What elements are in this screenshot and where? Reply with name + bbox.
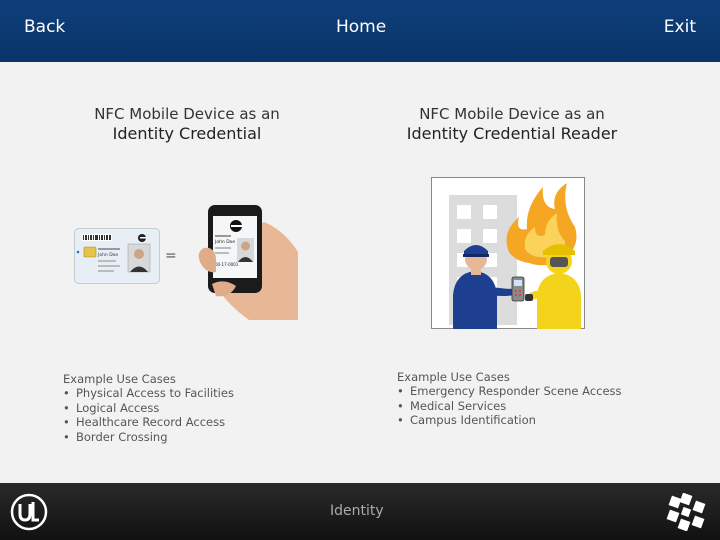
home-button[interactable]: Home (336, 17, 386, 37)
phone-in-hand-image: John Doe 00-17-0001 (198, 205, 298, 320)
ul-logo-icon (10, 493, 48, 531)
exit-button[interactable]: Exit (664, 17, 696, 37)
list-item: Physical Access to Facilities (63, 386, 234, 401)
right-use-cases-title: Example Use Cases (397, 370, 510, 384)
right-heading-line1: NFC Mobile Device as an (419, 105, 605, 123)
left-use-cases-title: Example Use Cases (63, 372, 176, 386)
chip-icon (83, 246, 97, 258)
left-heading: NFC Mobile Device as an Identity Credent… (62, 104, 312, 144)
reader-device-icon (511, 276, 525, 302)
equals-sign: = (165, 248, 177, 264)
top-bar: Back Home Exit (0, 0, 720, 62)
slide-content: NFC Mobile Device as an Identity Credent… (0, 62, 720, 483)
pinwheel-logo-icon (666, 493, 706, 531)
list-item: Medical Services (397, 399, 622, 414)
phone-name-text: John Doe (214, 239, 235, 245)
left-heading-line2: Identity Credential (112, 124, 262, 143)
left-heading-line1: NFC Mobile Device as an (94, 105, 280, 123)
right-use-cases: Example Use Cases Emergency Responder Sc… (397, 370, 622, 428)
list-item: Logical Access (63, 401, 234, 416)
footer-bar: Identity (0, 483, 720, 540)
list-item: Healthcare Record Access (63, 415, 234, 430)
right-heading-line2: Identity Credential Reader (406, 124, 618, 143)
list-item: Emergency Responder Scene Access (397, 384, 622, 399)
back-button[interactable]: Back (24, 17, 65, 37)
card-name-text: John Doe (97, 252, 118, 258)
barcode-icon (82, 234, 112, 241)
phone-id-text: 00-17-0001 (215, 262, 239, 267)
list-item: Border Crossing (63, 430, 234, 445)
footer-label: Identity (330, 503, 384, 519)
list-item: Campus Identification (397, 413, 622, 428)
right-heading: NFC Mobile Device as an Identity Credent… (387, 104, 637, 144)
emergency-scene-image (431, 177, 585, 329)
id-card-image: John Doe (74, 228, 160, 284)
left-use-cases: Example Use Cases Physical Access to Fac… (63, 372, 234, 444)
